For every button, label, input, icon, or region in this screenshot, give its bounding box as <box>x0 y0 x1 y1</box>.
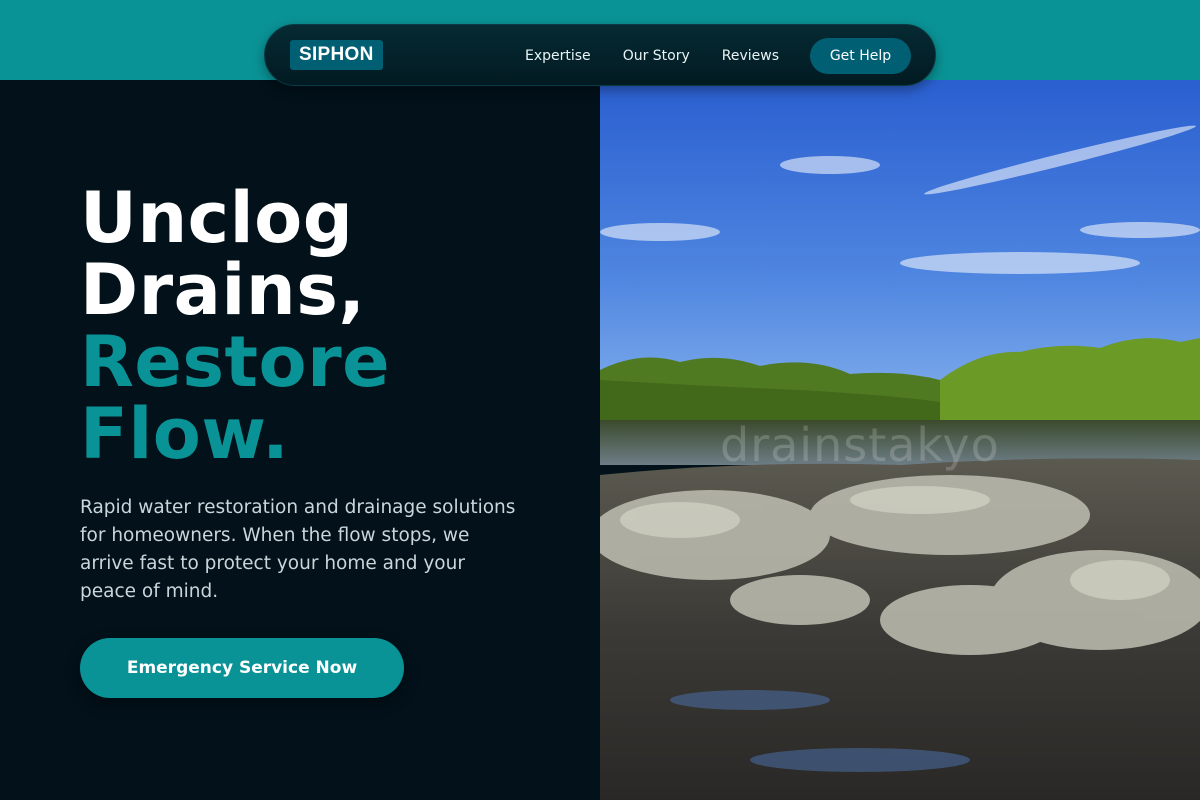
nav-link-expertise[interactable]: Expertise <box>525 48 591 64</box>
nav-link-reviews[interactable]: Reviews <box>722 48 779 64</box>
image-watermark: drainstakyo <box>720 418 1000 472</box>
navbar: SIPHON Expertise Our Story Reviews Get H… <box>264 24 936 86</box>
emergency-service-button[interactable]: Emergency Service Now <box>80 638 404 698</box>
headline-line-2: Drains, <box>80 249 366 331</box>
site-logo[interactable]: SIPHON <box>290 40 383 70</box>
get-help-button[interactable]: Get Help <box>810 38 911 74</box>
nav-links: Expertise Our Story Reviews <box>525 25 811 87</box>
hero-image: drainstakyo <box>600 80 1200 800</box>
headline-line-3: Restore <box>80 321 391 403</box>
nav-link-our-story[interactable]: Our Story <box>623 48 690 64</box>
headline-line-1: Unclog <box>80 177 354 259</box>
hero-description: Rapid water restoration and drainage sol… <box>80 497 516 602</box>
headline-line-4: Flow. <box>80 393 290 475</box>
hero-headline: Unclog Drains, Restore Flow. <box>80 182 560 470</box>
